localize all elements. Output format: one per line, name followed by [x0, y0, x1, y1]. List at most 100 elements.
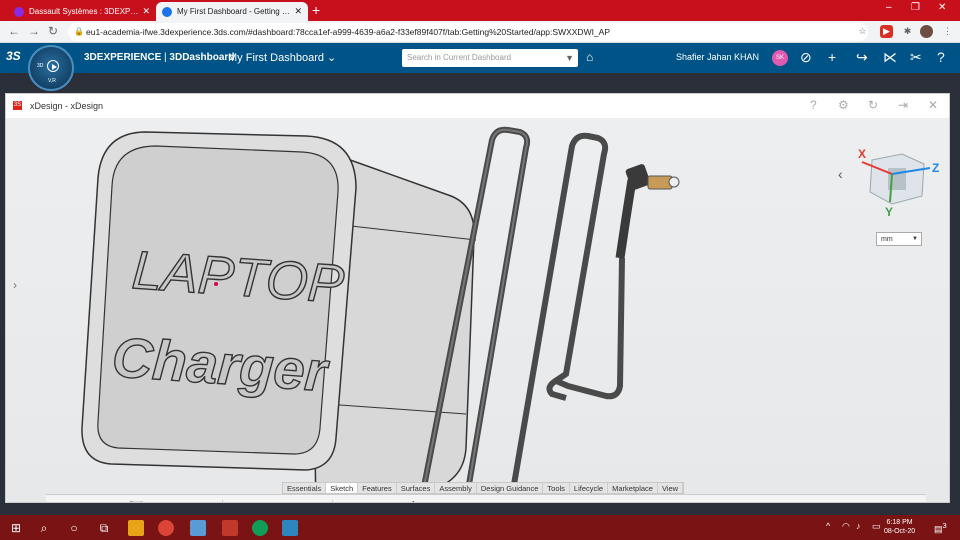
slot-icon[interactable]: ⊂⊃ [610, 500, 632, 502]
dimension-icon[interactable]: ⟡ [802, 500, 824, 502]
messages-icon[interactable]: ⊘ [800, 49, 812, 66]
triangle-icon[interactable]: △ [858, 500, 880, 502]
clipboard-icon[interactable]: ▤ [196, 500, 218, 502]
solidworks-icon[interactable] [222, 520, 238, 536]
cortana-icon[interactable]: ○ [66, 520, 82, 536]
help-icon[interactable]: ? [937, 49, 945, 65]
polygon-icon[interactable]: ⬡ [558, 500, 580, 502]
tab-sketch[interactable]: Sketch [326, 483, 359, 493]
volume-icon[interactable]: ♪ [856, 521, 861, 531]
play-icon[interactable] [47, 60, 59, 72]
new-document-icon[interactable]: ⬡ [64, 500, 86, 502]
tab-tools[interactable]: Tools [543, 483, 570, 493]
arc-icon[interactable]: ⌒ [460, 500, 482, 502]
3d-viewport[interactable]: LAPTOP Charger › ‹ X Z Y mm ▼ Essentials… [6, 118, 949, 502]
photos-icon[interactable] [282, 520, 298, 536]
help-circle-icon[interactable]: ? [282, 500, 304, 502]
dashboard-favicon-icon [162, 6, 172, 17]
add-icon[interactable]: + [828, 49, 836, 65]
new-tab-button[interactable]: + [312, 2, 320, 18]
circle-icon[interactable]: ◌ [494, 500, 516, 502]
bookmark-star-icon[interactable]: ☆ [856, 25, 869, 38]
extension-icon[interactable]: ▶ [880, 25, 893, 38]
3d-compass[interactable]: 3D V,R [28, 45, 74, 91]
undo-icon[interactable]: ↶ [226, 500, 248, 502]
chrome-icon[interactable] [158, 520, 174, 536]
tab-view[interactable]: View [658, 483, 684, 493]
tab-assembly[interactable]: Assembly [435, 483, 477, 493]
user-name[interactable]: Shafier Jahan KHAN [676, 52, 759, 62]
close-tab-icon[interactable]: ✕ [142, 6, 150, 17]
filter-icon[interactable]: ▼ [565, 49, 574, 67]
rectangle-icon[interactable]: ▭ [426, 500, 448, 502]
fillet-icon[interactable]: ╮ [720, 500, 742, 502]
chevron-left-icon[interactable]: ‹ [838, 166, 843, 182]
browser-toolbar: ← → ↻ 🔒 eu1-academia-ifwe.3dexperience.3… [0, 21, 960, 43]
redo-icon[interactable]: ↷ [254, 500, 276, 502]
tab-features[interactable]: Features [358, 483, 397, 493]
edge-icon[interactable] [252, 520, 268, 536]
tab-design-guidance[interactable]: Design Guidance [477, 483, 544, 493]
taskbar-clock[interactable]: 6:18 PM 08-Oct-20 [884, 518, 915, 536]
tab-marketplace[interactable]: Marketplace [608, 483, 658, 493]
offset-icon[interactable]: ◇ [692, 500, 714, 502]
units-select[interactable]: mm ▼ [876, 232, 922, 246]
browser-menu-icon[interactable]: ⋮ [941, 25, 954, 38]
close-icon[interactable]: ✕ [928, 98, 938, 112]
chevron-down-icon: ⌄ [327, 52, 337, 64]
close-window-button[interactable]: ✕ [938, 2, 946, 13]
search-icon[interactable]: ⌕ [36, 520, 52, 536]
spline-icon[interactable]: ∿ [584, 500, 606, 502]
tab-surfaces[interactable]: Surfaces [397, 483, 436, 493]
windows-start-icon[interactable]: ⊞ [8, 520, 24, 536]
battery-icon[interactable]: ▭ [872, 521, 881, 532]
search-placeholder: Search in Current Dashboard [407, 53, 512, 62]
dashboard-title[interactable]: My First Dashboard ⌄ [228, 51, 336, 64]
trim-icon[interactable]: ✂ [776, 500, 798, 502]
minimize-button[interactable]: – [886, 2, 892, 13]
view-cube[interactable]: X Z Y [852, 140, 942, 220]
task-view-icon[interactable]: ⧉ [96, 520, 112, 536]
reload-icon[interactable]: ↻ [48, 24, 58, 38]
back-arrow-icon[interactable]: ← [8, 24, 20, 38]
tag-icon[interactable]: ⌂ [586, 50, 593, 64]
browser-tab-dashboard[interactable]: My First Dashboard - Getting Started ✕ [156, 2, 308, 21]
address-bar[interactable]: 🔒 eu1-academia-ifwe.3dexperience.3ds.com… [68, 23, 868, 41]
text-icon[interactable]: A [638, 500, 660, 502]
forward-arrow-icon[interactable]: → [28, 24, 40, 38]
avatar[interactable]: SK [772, 50, 788, 66]
sketch-grid-icon[interactable]: ▦ [342, 500, 364, 502]
app-icon[interactable] [190, 520, 206, 536]
browser-tab-3dexperience[interactable]: Dassault Systèmes : 3DEXPERIENCE ✕ [8, 2, 156, 21]
settings-gear-icon[interactable]: ⚙ [162, 500, 184, 502]
sketch-tools-icon[interactable]: ✎ [371, 500, 393, 502]
close-tab-icon[interactable]: ✕ [294, 6, 302, 17]
file-explorer-icon[interactable] [128, 520, 144, 536]
tray-chevron-icon[interactable]: ^ [826, 521, 830, 531]
model-render[interactable]: LAPTOP Charger [6, 118, 949, 502]
tab-lifecycle[interactable]: Lifecycle [570, 483, 609, 493]
line-icon[interactable]: ╱ [398, 500, 420, 502]
ellipse-icon[interactable]: ⬯ [528, 500, 550, 502]
constraint-icon[interactable]: ⊏ [830, 500, 852, 502]
dashboard-search-input[interactable]: Search in Current Dashboard ▼ [402, 49, 578, 67]
solid-cube-icon[interactable]: ⬢ [886, 500, 908, 502]
expand-icon[interactable]: ⇥ [898, 98, 908, 112]
maximize-button[interactable]: ❐ [911, 2, 920, 13]
trim-curve-icon[interactable]: ⌐ [748, 500, 770, 502]
extensions-puzzle-icon[interactable]: ✱ [901, 25, 914, 38]
chevron-right-icon[interactable]: › [13, 278, 17, 292]
help-icon[interactable]: ? [810, 98, 817, 112]
notification-icon[interactable]: ▤3 [934, 521, 947, 535]
tab-essentials[interactable]: Essentials [283, 483, 327, 493]
open-icon[interactable]: ❒ [96, 500, 118, 502]
gear-icon[interactable]: ⚙ [838, 98, 849, 112]
wifi-icon[interactable]: ◠ [842, 521, 850, 532]
share-icon[interactable]: ↪ [856, 49, 868, 66]
profile-avatar[interactable] [920, 25, 933, 38]
save-icon[interactable]: 💾 [126, 500, 148, 502]
network-icon[interactable]: ⋉ [883, 49, 897, 66]
tools-icon[interactable]: ✂ [910, 49, 922, 66]
point-icon[interactable]: · [666, 500, 688, 502]
refresh-icon[interactable]: ↻ [868, 98, 878, 112]
